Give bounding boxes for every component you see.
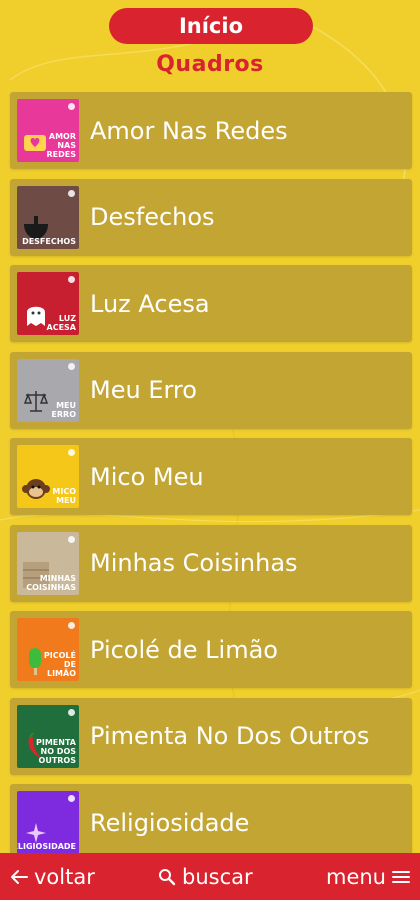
logo-badge-icon [68, 795, 75, 802]
list-item-label: Minhas Coisinhas [90, 549, 298, 577]
list-item[interactable]: LUZ ACESA Luz Acesa [10, 265, 412, 342]
program-thumbnail: MINHAS COISINHAS [17, 531, 79, 595]
list-item[interactable]: PICOLÉ DE LIMÃO Picolé de Limão [10, 611, 412, 688]
search-button[interactable]: buscar [158, 853, 253, 900]
back-button[interactable]: voltar [10, 853, 95, 900]
logo-badge-icon [68, 189, 75, 197]
thumbnail-caption: LUZ ACESA [46, 314, 76, 332]
thumbnail-caption: PICOLÉ DE LIMÃO [43, 651, 76, 678]
thumbnail-caption: RELIGIOSIDADE [17, 842, 76, 851]
bottom-navigation-bar: voltar buscar menu [0, 853, 420, 900]
list-item[interactable]: MINHAS COISINHAS Minhas Coisinhas [10, 524, 412, 602]
monkey-icon [21, 471, 51, 503]
program-thumbnail: PIMENTA NO DOS OUTROS [17, 704, 79, 768]
list-item[interactable]: AMOR NAS REDES Amor Nas Redes [10, 92, 412, 169]
list-item-label: Mico Meu [90, 462, 204, 491]
logo-badge-icon [68, 362, 75, 370]
search-label: buscar [182, 864, 253, 889]
list-item-label: Amor Nas Redes [90, 116, 288, 145]
program-thumbnail: MICO MEU [17, 445, 79, 508]
home-button[interactable]: Início [109, 8, 313, 44]
list-item[interactable]: DESFECHOS Desfechos [10, 178, 412, 256]
list-item-label: Meu Erro [90, 376, 197, 404]
thumbnail-caption: MICO MEU [52, 487, 76, 505]
list-item[interactable]: RELIGIOSIDADE Religiosidade [10, 784, 412, 861]
hamburger-menu-icon [392, 870, 410, 883]
thumbnail-caption: AMOR NAS REDES [46, 132, 77, 159]
list-item-label: Religiosidade [90, 808, 250, 837]
arrow-left-icon [11, 869, 28, 884]
menu-button[interactable]: menu [326, 853, 410, 900]
program-thumbnail: RELIGIOSIDADE [17, 791, 79, 854]
list-item[interactable]: PIMENTA NO DOS OUTROS Pimenta No Dos Outr… [10, 697, 412, 775]
thumbnail-caption: MEU ERRO [51, 400, 76, 419]
program-thumbnail: MEU ERRO [17, 358, 79, 422]
list-item[interactable]: MICO MEU Mico Meu [10, 438, 412, 515]
program-thumbnail: PICOLÉ DE LIMÃO [17, 618, 79, 681]
list-item-label: Luz Acesa [90, 289, 210, 318]
menu-label: menu [326, 864, 386, 889]
scale-icon [21, 385, 51, 417]
logo-badge-icon [68, 103, 75, 110]
list-item-label: Picolé de Limão [90, 635, 278, 664]
logo-badge-icon [68, 535, 75, 543]
list-item-label: Desfechos [90, 203, 215, 231]
logo-badge-icon [68, 622, 75, 629]
list-item[interactable]: MEU ERRO Meu Erro [10, 351, 412, 429]
logo-badge-icon [68, 276, 75, 283]
logo-badge-icon [68, 449, 75, 456]
program-thumbnail: AMOR NAS REDES [17, 99, 79, 162]
thumbnail-caption: DESFECHOS [22, 236, 76, 246]
page-title: Quadros [156, 52, 264, 77]
search-icon [159, 868, 176, 885]
logo-badge-icon [68, 708, 75, 716]
program-thumbnail: LUZ ACESA [17, 272, 79, 335]
thumbnail-caption: PIMENTA NO DOS OUTROS [36, 737, 76, 765]
thumbnail-caption: MINHAS COISINHAS [26, 573, 76, 592]
program-thumbnail: DESFECHOS [17, 185, 79, 249]
back-label: voltar [34, 864, 95, 889]
list-item-label: Pimenta No Dos Outros [90, 722, 370, 750]
